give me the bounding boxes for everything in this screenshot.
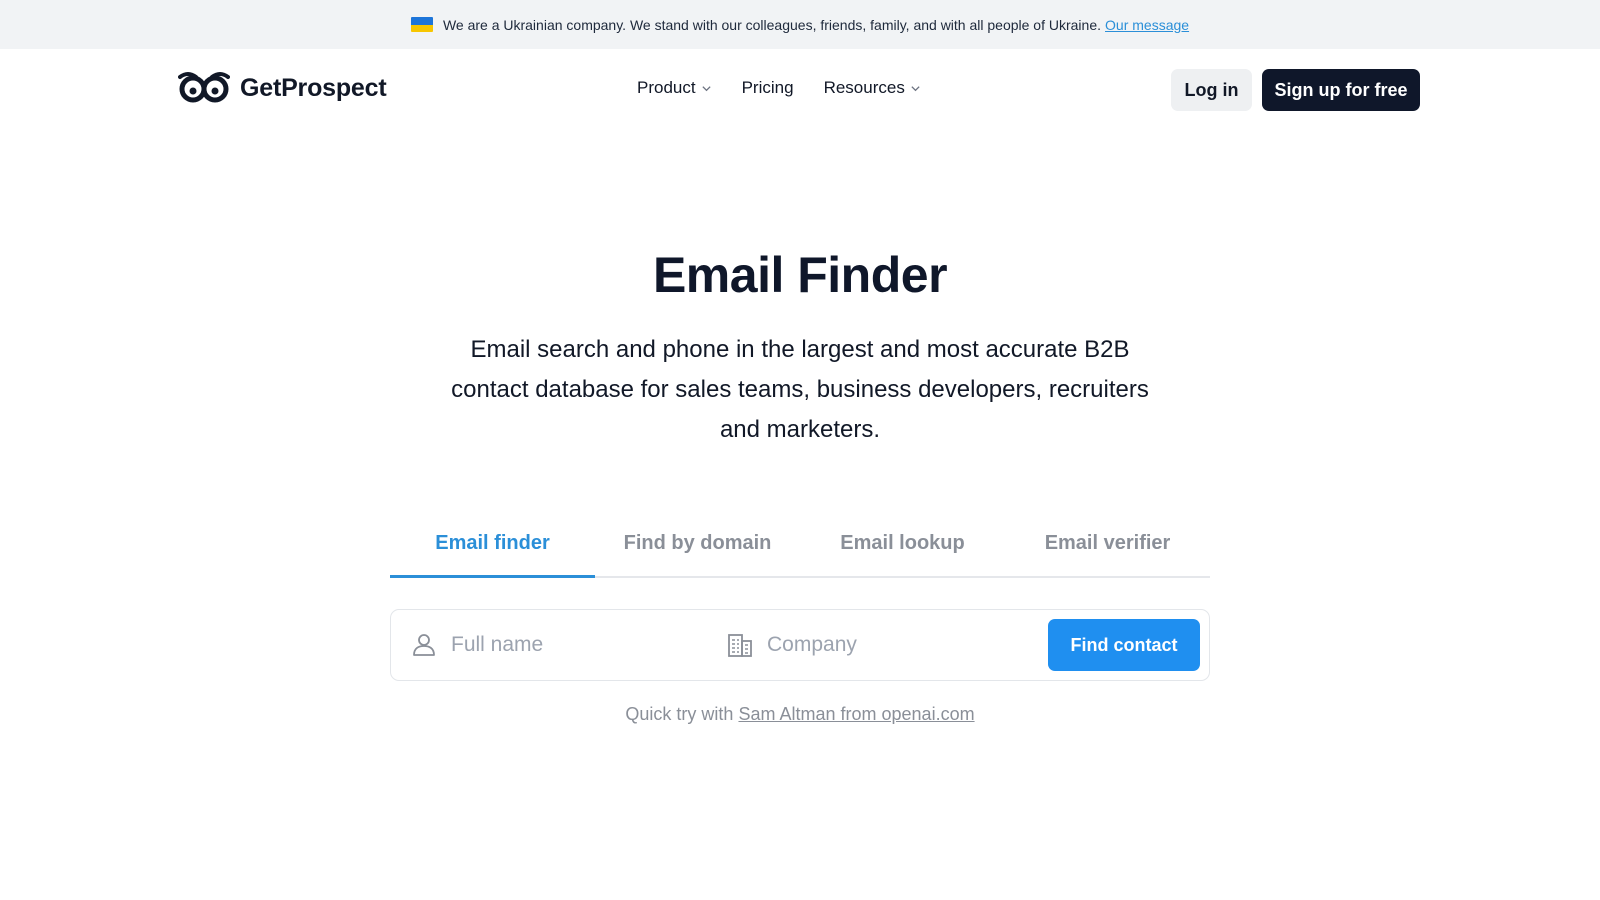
- nav-item-product[interactable]: Product: [637, 78, 712, 98]
- page-title: Email Finder: [652, 247, 948, 303]
- login-button[interactable]: Log in: [1171, 69, 1252, 111]
- quick-try: Quick try with Sam Altman from openai.co…: [0, 704, 1600, 725]
- logo-text: GetProspect: [240, 73, 387, 102]
- our-message-link[interactable]: Our message: [1105, 17, 1189, 33]
- finder-tabs: Email finder Find by domain Email lookup…: [390, 520, 1210, 578]
- building-icon: [728, 634, 752, 657]
- signup-button[interactable]: Sign up for free: [1262, 69, 1420, 111]
- logo[interactable]: GetProspect: [178, 71, 387, 105]
- tab-find-by-domain[interactable]: Find by domain: [595, 520, 800, 576]
- nav-item-label: Pricing: [741, 78, 794, 97]
- tab-email-finder[interactable]: Email finder: [390, 520, 595, 578]
- main-navigation: GetProspect Product Pricing Resources Lo…: [0, 49, 1600, 131]
- find-contact-button[interactable]: Find contact: [1048, 619, 1200, 671]
- search-form: Find contact: [390, 609, 1210, 681]
- company-field-wrapper: [727, 610, 1027, 680]
- owl-eyes-logo-icon: [178, 72, 230, 103]
- tab-email-lookup[interactable]: Email lookup: [800, 520, 1005, 576]
- page-subtitle: Email search and phone in the largest an…: [451, 336, 1149, 443]
- banner-message: We are a Ukrainian company. We stand wit…: [442, 16, 1102, 33]
- quick-try-prefix: Quick try with: [625, 704, 734, 724]
- nav-item-label: Product: [637, 78, 696, 97]
- chevron-down-icon: [701, 85, 711, 91]
- ukraine-flag-icon: [410, 17, 433, 32]
- quick-try-link[interactable]: Sam Altman from openai.com: [738, 704, 974, 724]
- tab-email-verifier[interactable]: Email verifier: [1005, 520, 1210, 576]
- ukraine-banner: We are a Ukrainian company. We stand wit…: [0, 0, 1600, 49]
- company-input[interactable]: [767, 633, 997, 657]
- nav-item-pricing[interactable]: Pricing: [742, 78, 794, 98]
- chevron-down-icon: [911, 85, 920, 91]
- full-name-input[interactable]: [451, 633, 681, 657]
- full-name-field-wrapper: [411, 610, 711, 680]
- nav-menu: Product Pricing Resources: [637, 78, 951, 98]
- person-icon: [413, 634, 435, 656]
- nav-item-label: Resources: [823, 78, 905, 97]
- nav-item-resources[interactable]: Resources: [824, 78, 921, 98]
